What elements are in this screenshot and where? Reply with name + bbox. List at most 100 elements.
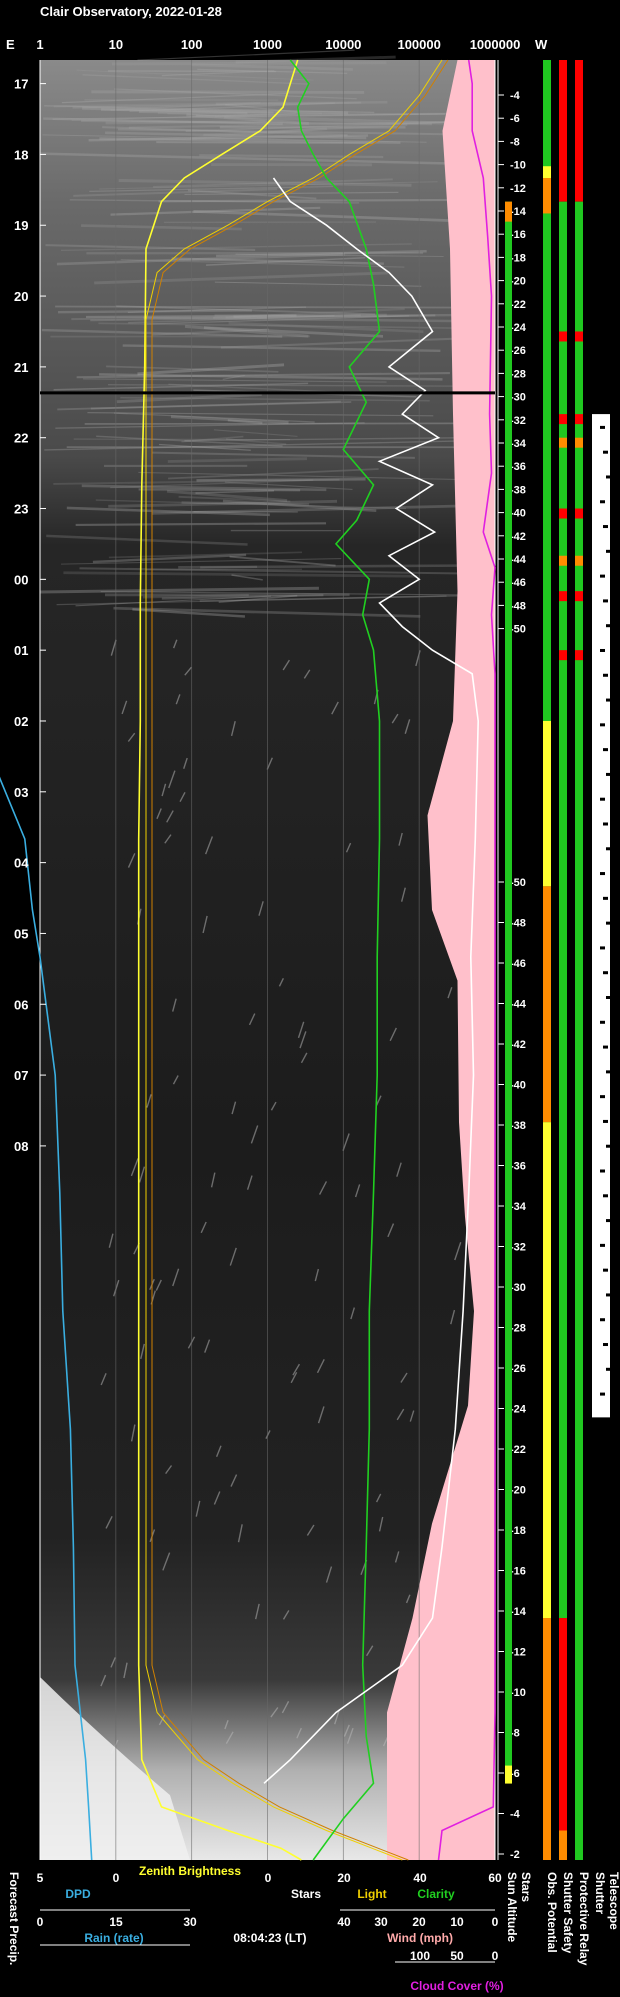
obs_potential-segment <box>543 1122 551 1619</box>
wind-label: Wind (mph) <box>387 1931 453 1945</box>
cloud-label: Cloud Cover (%) <box>410 1979 503 1993</box>
stars-tick-40: 40 <box>413 1871 427 1885</box>
obs_potential-segment <box>543 1618 551 1860</box>
sun-altitude-tick: -44 <box>510 999 527 1011</box>
telescope-gap <box>603 748 608 752</box>
hour-tick-label: 08 <box>14 1139 28 1154</box>
stars-tick-0: 0 <box>265 1871 272 1885</box>
sun-altitude-tick: -38 <box>510 484 526 496</box>
top-tick-label: 1000000 <box>470 37 521 52</box>
obs_potential-segment <box>543 886 551 1123</box>
stars-bar-segment <box>505 201 512 222</box>
cloud-streak <box>84 422 487 425</box>
side-label: Telescope <box>607 1872 620 1930</box>
shutter-safety-event <box>559 591 567 602</box>
protective-relay-event <box>575 591 583 602</box>
sun-altitude-tick: -44 <box>510 554 527 566</box>
sun-altitude-tick: -50 <box>510 877 526 889</box>
sun-altitude-tick: -32 <box>510 1242 526 1254</box>
sun-altitude-tick: -46 <box>510 958 526 970</box>
side-label: Obs. Potential <box>545 1872 559 1953</box>
sun-altitude-tick: -18 <box>510 1525 526 1537</box>
telescope-gap <box>606 624 611 628</box>
telescope-gap <box>606 475 611 479</box>
sun-altitude-tick: -24 <box>510 1404 527 1416</box>
sun-altitude-tick: -32 <box>510 415 526 427</box>
sun-altitude-tick: -50 <box>510 624 526 636</box>
telescope-gap <box>600 1392 605 1396</box>
stars-bar <box>505 201 512 1784</box>
sun-altitude-ticks: -4 -6 -8 -10 -12 -14 -16 -18 -20 -22 -24 -26 -28 -30 -… <box>497 60 527 1861</box>
rain-tick-15: 15 <box>109 1915 123 1929</box>
rain-tick-30: 30 <box>183 1915 197 1929</box>
cloud-streak <box>91 90 365 94</box>
hour-tick-label: 23 <box>14 502 28 517</box>
zenith-label: Zenith Brightness <box>139 1864 241 1878</box>
telescope-gap <box>600 1318 605 1322</box>
telescope-gap <box>600 797 605 801</box>
stars-bar-segment <box>505 1765 512 1784</box>
telescope-gap <box>600 574 605 578</box>
telescope-gap <box>606 1219 611 1223</box>
telescope-gap <box>603 450 608 454</box>
stars-tick-60: 60 <box>488 1871 502 1885</box>
sun-altitude-tick: -6 <box>510 113 520 125</box>
sun-altitude-tick: -40 <box>510 1080 526 1092</box>
telescope-gap <box>603 1194 608 1198</box>
bottom-axes: 5 0 DPD Zenith Brightness 0 20 40 60 Sta… <box>37 1864 504 1993</box>
sun-altitude-tick: -40 <box>510 508 526 520</box>
wind-tick-0: 0 <box>492 1915 499 1929</box>
telescope-gap <box>603 599 608 603</box>
shutter-safety-event <box>559 331 567 342</box>
hour-tick-label: 19 <box>14 218 28 233</box>
protective-relay-event <box>575 650 583 661</box>
telescope-gap <box>600 946 605 950</box>
side-label: Protective Relay <box>577 1872 591 1966</box>
shutter_safety-segment <box>559 60 567 202</box>
telescope-gap <box>600 723 605 727</box>
top-tick-label: 10000 <box>325 37 361 52</box>
sun-altitude-tick: -14 <box>510 1606 527 1618</box>
telescope-gap <box>603 896 608 900</box>
sun-altitude-tick: -20 <box>510 276 526 288</box>
protective-relay-event <box>575 414 583 425</box>
obs_potential-segment <box>543 720 551 887</box>
hour-tick-label: 07 <box>14 1068 28 1083</box>
dpd-tick-0: 0 <box>113 1871 120 1885</box>
side-label: Shutter <box>593 1872 607 1914</box>
dpd-tick-5: 5 <box>37 1871 44 1885</box>
top-tick-label: 1 <box>36 37 43 52</box>
hour-tick-label: 05 <box>14 926 28 941</box>
sun-altitude-tick: -16 <box>510 229 526 241</box>
rain-tick-0: 0 <box>37 1915 44 1929</box>
hour-tick-label: 20 <box>14 289 28 304</box>
telescope-gap <box>600 500 605 504</box>
protective-relay-event <box>575 508 583 519</box>
telescope-gap <box>606 847 611 851</box>
obs_potential-segment <box>543 225 551 721</box>
telescope-gap <box>600 648 605 652</box>
top-tick-label: 100000 <box>397 37 440 52</box>
dpd-label: DPD <box>65 1887 91 1901</box>
timestamp: 08:04:23 (LT) <box>233 1931 306 1945</box>
sun-altitude-tick: -16 <box>510 1566 526 1578</box>
sun-altitude-tick: -42 <box>510 1039 526 1051</box>
stars-label: Stars <box>291 1887 321 1901</box>
clarity-label: Clarity <box>417 1887 455 1901</box>
sun-altitude-tick: -30 <box>510 392 526 404</box>
sun-altitude-tick: -30 <box>510 1282 526 1294</box>
sun-altitude-tick: -34 <box>510 438 527 450</box>
telescope-gap <box>600 1169 605 1173</box>
telescope-gap <box>600 425 605 429</box>
telescope-gap <box>603 822 608 826</box>
stars-tick-20: 20 <box>337 1871 351 1885</box>
chart-title: Clair Observatory, 2022-01-28 <box>40 4 222 19</box>
sun-altitude-tick: -38 <box>510 1120 526 1132</box>
hour-tick-label: 03 <box>14 785 28 800</box>
sun-altitude-tick: -22 <box>510 1444 526 1456</box>
sun-altitude-tick: -48 <box>510 600 526 612</box>
obs_potential-segment <box>543 166 551 179</box>
telescope-gap <box>603 673 608 677</box>
sun-altitude-tick: -14 <box>510 206 527 218</box>
observatory-chart: Clair Observatory, 2022-01-28 E W 1 10 100… <box>0 4 620 1993</box>
